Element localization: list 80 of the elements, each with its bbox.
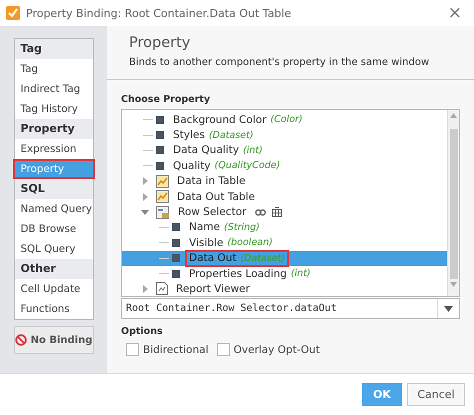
expand-arrow-icon[interactable] [141,192,149,201]
tree-row[interactable]: Quality (QualityCode) [122,158,447,174]
scroll-down-icon[interactable] [450,282,457,287]
scrollbar[interactable] [447,110,459,296]
property-name: Report Viewer [176,282,250,295]
tree-row[interactable]: Data Quality (int) [122,142,447,158]
property-name: Visible [189,236,224,249]
property-square-icon [156,131,164,140]
scroll-up-icon[interactable] [450,113,457,118]
link-icon [255,208,266,216]
property-name: Background Color [173,114,266,126]
grid-icon [272,207,282,218]
tree-row[interactable]: Data Out Table [122,188,447,204]
binding-type-item[interactable]: Tag History [14,99,92,119]
binding-type-item[interactable]: Cell Update [14,279,92,299]
expand-arrow-icon[interactable] [141,177,149,186]
property-square-icon [172,254,180,262]
property-type: (Color) [270,114,303,126]
binding-type-item[interactable]: Tag [14,59,92,79]
binding-type-item[interactable]: Expression [14,139,92,159]
component-icon [156,206,170,219]
tree-row[interactable]: Report Viewer [122,281,447,297]
options-label: Options [121,326,164,337]
property-name: Properties Loading [189,268,287,280]
property-square-icon [172,270,180,278]
tree-row[interactable]: Background Color (Color) [122,112,447,128]
tree-row[interactable]: Row Selector [122,204,447,220]
tree-row[interactable]: Name (String) [122,220,447,236]
property-square-icon [156,162,164,170]
property-type: (Dataset) [240,252,286,264]
no-binding-button[interactable]: No Binding [14,326,94,354]
category-header: Property [14,119,92,139]
checkbox[interactable] [216,343,230,356]
cancel-button[interactable]: Cancel [407,383,465,406]
property-type: (boolean) [227,237,273,248]
property-name: Data in Table [177,175,246,188]
checkbox-label: Overlay Opt-Out [234,344,320,356]
property-name: Data Out [189,252,236,264]
property-square-icon [156,146,164,154]
binding-type-item[interactable]: Named Query [14,199,92,219]
tree-row[interactable]: Properties Loading (int) [122,266,447,282]
expand-arrow-icon[interactable] [141,284,149,293]
property-name: Quality [173,160,211,172]
property-type: (int) [290,268,311,280]
property-square-icon [156,116,164,124]
category-header: SQL [14,179,92,199]
property-name: Data Out Table [177,190,255,203]
section-description: Binds to another component's property in the same window [129,57,430,68]
binding-type-item[interactable]: Indirect Tag [14,79,92,99]
app-icon [6,6,20,20]
property-type: (int) [242,144,263,156]
property-square-icon [172,238,180,247]
table-chart-icon [156,174,169,188]
tree-row[interactable]: Data Out (Dataset) [122,250,447,266]
binding-type-item[interactable]: Functions [14,299,92,319]
prohibited-icon [14,334,27,346]
property-type: (Dataset) [208,130,254,141]
tree-row[interactable]: Data in Table [122,174,447,189]
property-square-icon [172,223,180,232]
expand-arrow-icon[interactable] [141,208,149,216]
section-title: Property [129,35,192,51]
table-chart-icon [156,190,169,204]
category-header: Other [14,259,92,279]
choose-property-label: Choose Property [121,94,212,105]
property-path-dropdown[interactable]: Root Container.Row Selector.dataOut [121,298,460,319]
property-name: Row Selector [178,206,246,218]
checkbox[interactable] [126,343,139,356]
close-button[interactable]: × [442,4,468,22]
window-title: Property Binding: Root Container.Data Out Table [26,6,292,20]
binding-type-item[interactable]: DB Browse [14,219,92,239]
category-header: Tag [14,39,92,59]
tree-row[interactable]: Styles (Dataset) [122,127,447,143]
property-name: Name [189,221,220,234]
property-name: Data Quality [173,144,239,156]
tree-row[interactable]: Visible (boolean) [122,235,447,251]
property-name: Styles [173,129,205,142]
property-type: (QualityCode) [214,160,280,172]
property-type: (String) [224,222,260,233]
binding-type-item[interactable]: SQL Query [14,239,92,259]
checkbox-label: Bidirectional [143,344,208,356]
